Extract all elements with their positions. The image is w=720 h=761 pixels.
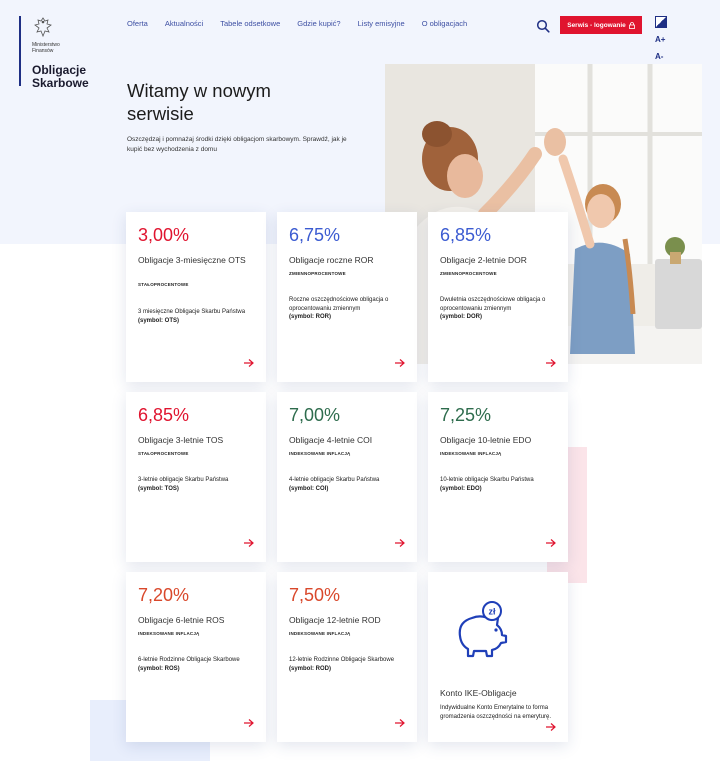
ministry-label: Ministerstwo Finansów: [32, 42, 60, 54]
font-increase-button[interactable]: A+: [655, 35, 665, 44]
main-nav: Oferta Aktualności Tabele odsetkowe Gdzi…: [127, 19, 484, 28]
arrow-right-icon[interactable]: [545, 538, 557, 548]
arrow-right-icon[interactable]: [394, 718, 406, 728]
contrast-toggle-icon[interactable]: [655, 16, 667, 28]
ike-card[interactable]: zł Konto IKE-Obligacje Indywidualne Kont…: [428, 572, 568, 742]
bond-symbol: (symbol: DOR): [440, 314, 482, 320]
bond-description: 4-letnie obligacje Skarbu Państwa (symbo…: [289, 476, 407, 493]
arrow-right-icon[interactable]: [394, 538, 406, 548]
lock-icon: [628, 21, 635, 29]
arrow-right-icon[interactable]: [243, 538, 255, 548]
bond-symbol: (symbol: TOS): [138, 485, 179, 492]
bond-rate: 6,75%: [289, 225, 341, 245]
bond-symbol: (symbol: ROR): [289, 314, 331, 320]
bond-name: Obligacje 4-letnie COI: [289, 435, 373, 445]
hero-title: Witamy w nowym serwisie: [127, 80, 271, 124]
bond-type: INDEKSOWANE INFLACJĄ: [440, 451, 502, 456]
bond-rate: 6,85%: [440, 225, 492, 245]
bond-type: INDEKSOWANE INFLACJĄ: [289, 451, 351, 456]
nav-item-tabele-odsetkowe[interactable]: Tabele odsetkowe: [220, 19, 280, 28]
nav-item-listy-emisyjne[interactable]: Listy emisyjne: [358, 19, 405, 28]
bond-description-text: Dwuletnia oszczędnościowe obligacja o op…: [440, 297, 546, 312]
bond-name: Obligacje 6-letnie ROS: [138, 615, 225, 625]
piggy-bank-icon: zł: [458, 601, 508, 658]
bond-rate: 6,85%: [138, 405, 190, 425]
bond-description-text: 10-letnie obligacje Skarbu Państwa: [440, 477, 534, 483]
font-decrease-button[interactable]: A-: [655, 52, 663, 61]
eagle-emblem-icon: [34, 17, 52, 38]
bond-description: 3 miesięczne Obligacje Skarbu Państwa (s…: [138, 308, 256, 325]
bond-card-edo[interactable]: 7,25% Obligacje 10-letnie EDO INDEKSOWAN…: [428, 392, 568, 562]
bond-name: Obligacje 3-miesięczne OTS: [138, 255, 246, 265]
bond-description-text: 6-letnie Rodzinne Obligacje Skarbowe: [138, 657, 240, 663]
bond-symbol: (symbol: OTS): [138, 317, 180, 324]
arrow-right-icon[interactable]: [243, 358, 255, 368]
bond-name: Obligacje 2-letnie DOR: [440, 255, 527, 265]
arrow-right-icon[interactable]: [243, 718, 255, 728]
logo-divider: [19, 16, 21, 86]
nav-item-o-obligacjach[interactable]: O obligacjach: [422, 19, 467, 28]
ike-title: Konto IKE-Obligacje: [440, 688, 517, 698]
bond-rate: 7,00%: [289, 405, 341, 425]
bond-description: Dwuletnia oszczędnościowe obligacja o op…: [440, 296, 558, 322]
bond-card-rod[interactable]: 7,50% Obligacje 12-letnie ROD INDEKSOWAN…: [277, 572, 417, 742]
site-logo[interactable]: Ministerstwo Finansów Obligacje Skarbowe: [19, 16, 99, 90]
bond-description: 6-letnie Rodzinne Obligacje Skarbowe (sy…: [138, 656, 256, 673]
bond-name: Obligacje 3-letnie TOS: [138, 435, 224, 445]
nav-item-oferta[interactable]: Oferta: [127, 19, 148, 28]
bond-symbol: (symbol: EDO): [440, 485, 482, 492]
bond-rate: 7,25%: [440, 405, 492, 425]
bond-description-text: 4-letnie obligacje Skarbu Państwa: [289, 477, 380, 483]
bond-symbol: (symbol: ROD): [289, 665, 331, 672]
ike-description: Indywidualne Konto Emerytalne to forma g…: [440, 705, 552, 720]
bond-name: Obligacje roczne ROR: [289, 255, 374, 265]
arrow-right-icon[interactable]: [394, 358, 406, 368]
login-button[interactable]: Serwis - logowanie: [560, 16, 642, 34]
bond-type: INDEKSOWANE INFLACJĄ: [289, 631, 351, 636]
bond-card-dor[interactable]: 6,85% Obligacje 2-letnie DOR ZMIENNOPROC…: [428, 212, 568, 382]
bond-type: ZMIENNOPROCENTOWE: [289, 271, 346, 276]
bond-name: Obligacje 12-letnie ROD: [289, 615, 381, 625]
arrow-right-icon[interactable]: [545, 358, 557, 368]
bond-description-text: 3 miesięczne Obligacje Skarbu Państwa: [138, 309, 246, 315]
bond-card-ots[interactable]: 3,00% Obligacje 3-miesięczne OTS STAŁOPR…: [126, 212, 266, 382]
bond-type: ZMIENNOPROCENTOWE: [440, 271, 497, 276]
bond-type: STAŁOPROCENTOWE: [138, 282, 189, 287]
bond-description: 3-letnie obligacje Skarbu Państwa (symbo…: [138, 476, 256, 493]
brand-name: Obligacje Skarbowe: [32, 63, 89, 90]
hero-text: Oszczędzaj i pomnażaj środki dzięki obli…: [127, 136, 347, 153]
bond-rate: 3,00%: [138, 225, 190, 245]
bond-description: Roczne oszczędnościowe obligacja o oproc…: [289, 296, 407, 322]
bond-card-tos[interactable]: 6,85% Obligacje 3-letnie TOS STAŁOPROCEN…: [126, 392, 266, 562]
bond-symbol: (symbol: ROS): [138, 665, 180, 672]
bond-description-text: 12-letnie Rodzinne Obligacje Skarbowe: [289, 657, 395, 663]
bond-rate: 7,20%: [138, 585, 190, 605]
bond-rate: 7,50%: [289, 585, 341, 605]
bond-description-text: Roczne oszczędnościowe obligacja o oproc…: [289, 297, 389, 312]
currency-zloty-label: zł: [488, 607, 496, 617]
bond-card-ros[interactable]: 7,20% Obligacje 6-letnie ROS INDEKSOWANE…: [126, 572, 266, 742]
bond-description: 12-letnie Rodzinne Obligacje Skarbowe (s…: [289, 656, 407, 673]
login-button-label: Serwis - logowanie: [567, 21, 626, 29]
bond-description-text: 3-letnie obligacje Skarbu Państwa: [138, 477, 229, 483]
bond-card-coi[interactable]: 7,00% Obligacje 4-letnie COI INDEKSOWANE…: [277, 392, 417, 562]
bond-description: 10-letnie obligacje Skarbu Państwa (symb…: [440, 476, 558, 493]
bond-card-ror[interactable]: 6,75% Obligacje roczne ROR ZMIENNOPROCEN…: [277, 212, 417, 382]
bond-type: STAŁOPROCENTOWE: [138, 451, 189, 456]
nav-item-aktualnosci[interactable]: Aktualności: [165, 19, 203, 28]
bond-name: Obligacje 10-letnie EDO: [440, 435, 532, 445]
bond-type: INDEKSOWANE INFLACJĄ: [138, 631, 200, 636]
arrow-right-icon[interactable]: [545, 722, 557, 732]
bond-symbol: (symbol: COI): [289, 485, 329, 492]
search-icon[interactable]: [536, 19, 550, 33]
nav-item-gdzie-kupic[interactable]: Gdzie kupić?: [297, 19, 340, 28]
